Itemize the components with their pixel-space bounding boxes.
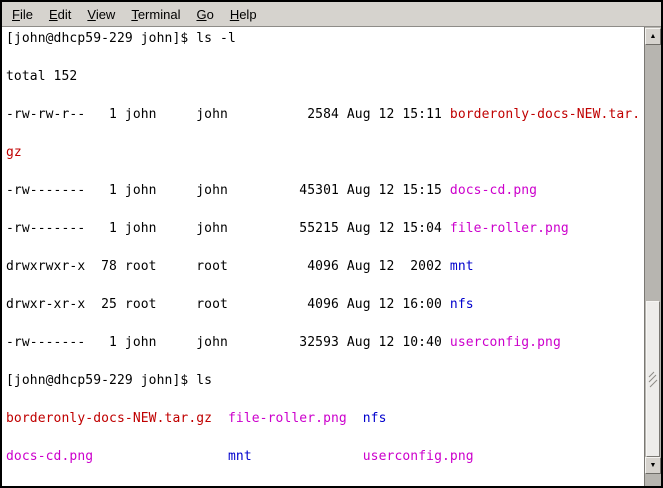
terminal-line: drwxrwxr-x 78 root root 4096 Aug 12 2002… bbox=[6, 257, 644, 276]
prompt-command: [john@dhcp59-229 john]$ ls -l bbox=[6, 31, 236, 46]
filename-image: docs-cd.png bbox=[450, 183, 537, 198]
terminal-screen[interactable]: [john@dhcp59-229 john]$ ls -l total 152 … bbox=[2, 27, 644, 486]
terminal-window: File Edit View Terminal Go Help [john@dh… bbox=[0, 0, 663, 488]
file-details: drwxrwxr-x 78 root root 4096 Aug 12 2002 bbox=[6, 259, 450, 274]
menu-bar: File Edit View Terminal Go Help bbox=[2, 2, 661, 27]
terminal-output: [john@dhcp59-229 john]$ ls -l total 152 … bbox=[2, 27, 644, 486]
text-segment bbox=[212, 411, 228, 426]
filename-image: userconfig.png bbox=[363, 449, 474, 464]
terminal-line: docs-cd.png mnt userconfig.png bbox=[6, 447, 644, 466]
menu-file[interactable]: File bbox=[4, 4, 41, 25]
menu-edit-label: dit bbox=[58, 7, 72, 22]
filename-image: file-roller.png bbox=[450, 221, 569, 236]
menu-go-label: o bbox=[207, 7, 214, 22]
menu-help[interactable]: Help bbox=[222, 4, 265, 25]
menu-go-mnemonic: G bbox=[196, 7, 206, 22]
file-details: -rw------- 1 john john 55215 Aug 12 15:0… bbox=[6, 221, 450, 236]
terminal-line: [john@dhcp59-229 john]$ ls bbox=[6, 371, 644, 390]
scrollbar[interactable]: ▲ ▼ bbox=[644, 27, 661, 486]
filename-archive-wrap: gz bbox=[6, 145, 22, 160]
text-segment: total 152 bbox=[6, 69, 77, 84]
text-segment bbox=[93, 449, 228, 464]
menu-view[interactable]: View bbox=[79, 4, 123, 25]
filename-image: docs-cd.png bbox=[6, 449, 93, 464]
menu-edit[interactable]: Edit bbox=[41, 4, 79, 25]
prompt-command: [john@dhcp59-229 john]$ ls bbox=[6, 373, 212, 388]
menu-edit-mnemonic: E bbox=[49, 7, 58, 22]
scrollbar-thumb[interactable] bbox=[646, 301, 660, 457]
terminal-line: total 152 bbox=[6, 67, 644, 86]
menu-help-label: elp bbox=[239, 7, 256, 22]
menu-terminal-label: erminal bbox=[138, 7, 181, 22]
file-details: -rw------- 1 john john 45301 Aug 12 15:1… bbox=[6, 183, 450, 198]
up-arrow-icon: ▲ bbox=[650, 33, 657, 40]
down-arrow-icon: ▼ bbox=[650, 462, 657, 469]
text-segment bbox=[252, 449, 363, 464]
menu-terminal[interactable]: Terminal bbox=[123, 4, 188, 25]
terminal-line: -rw------- 1 john john 32593 Aug 12 10:4… bbox=[6, 333, 644, 352]
filename-image: userconfig.png bbox=[450, 335, 561, 350]
text-segment bbox=[347, 411, 363, 426]
terminal-line: [john@dhcp59-229 john]$ ls -l bbox=[6, 29, 644, 48]
terminal-line: drwxr-xr-x 25 root root 4096 Aug 12 16:0… bbox=[6, 295, 644, 314]
scroll-up-button[interactable]: ▲ bbox=[645, 28, 661, 45]
terminal-line: -rw------- 1 john john 45301 Aug 12 15:1… bbox=[6, 181, 644, 200]
terminal-line: borderonly-docs-NEW.tar.gz file-roller.p… bbox=[6, 409, 644, 428]
dirname: nfs bbox=[450, 297, 474, 312]
terminal-line: -rw------- 1 john john 55215 Aug 12 15:0… bbox=[6, 219, 644, 238]
thumb-grip-icon bbox=[648, 371, 658, 388]
menu-file-mnemonic: F bbox=[12, 7, 20, 22]
filename-archive: borderonly-docs-NEW.tar.gz bbox=[6, 411, 212, 426]
file-details: -rw-rw-r-- 1 john john 2584 Aug 12 15:11 bbox=[6, 107, 450, 122]
dirname: nfs bbox=[363, 411, 387, 426]
terminal-line: [john@dhcp59-229 john]$ bbox=[6, 485, 644, 486]
filename-image: file-roller.png bbox=[228, 411, 347, 426]
dirname: mnt bbox=[450, 259, 474, 274]
terminal-line: -rw-rw-r-- 1 john john 2584 Aug 12 15:11… bbox=[6, 105, 644, 124]
file-details: drwxr-xr-x 25 root root 4096 Aug 12 16:0… bbox=[6, 297, 450, 312]
menu-file-label: ile bbox=[20, 7, 33, 22]
menu-help-mnemonic: H bbox=[230, 7, 239, 22]
dirname: mnt bbox=[228, 449, 252, 464]
terminal-line: gz bbox=[6, 143, 644, 162]
scroll-down-button[interactable]: ▼ bbox=[645, 457, 661, 474]
menu-view-mnemonic: V bbox=[87, 7, 95, 22]
filename-archive: borderonly-docs-NEW.tar. bbox=[450, 107, 640, 122]
menu-go[interactable]: Go bbox=[188, 4, 221, 25]
menu-view-label: iew bbox=[96, 7, 116, 22]
file-details: -rw------- 1 john john 32593 Aug 12 10:4… bbox=[6, 335, 450, 350]
